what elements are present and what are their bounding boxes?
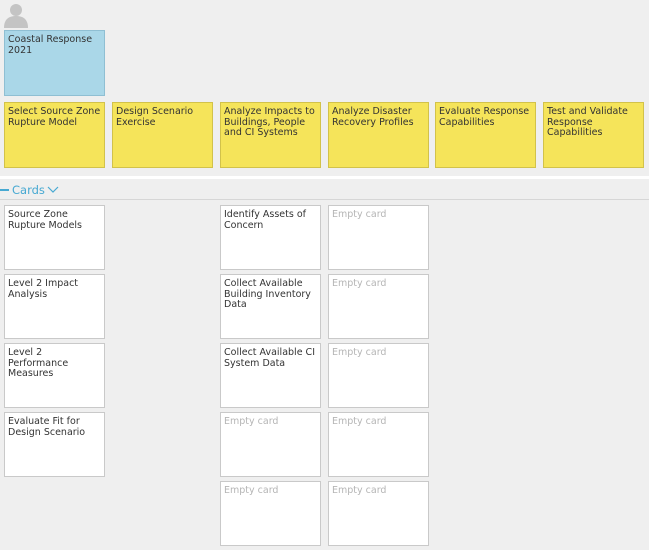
activity-card-text: Evaluate Response Capabilities [439,106,530,128]
activity-card[interactable]: Design Scenario Exercise [112,102,213,168]
cards-section-header[interactable]: Cards [0,182,649,198]
activity-card-text: Test and Validate Response Capabilities [547,106,628,138]
empty-card-placeholder: Empty card [332,485,387,496]
story-card-text: Collect Available Building Inventory Dat… [224,278,311,310]
empty-card[interactable]: Empty card [328,481,429,546]
story-card-text: Collect Available CI System Data [224,347,315,369]
story-card[interactable]: Collect Available Building Inventory Dat… [220,274,321,339]
story-card-text: Level 2 Impact Analysis [8,278,79,300]
activity-card[interactable]: Evaluate Response Capabilities [435,102,536,168]
story-card[interactable]: Source Zone Rupture Models [4,205,105,270]
empty-card[interactable]: Empty card [328,343,429,408]
story-card[interactable]: Collect Available CI System Data [220,343,321,408]
story-card[interactable]: Evaluate Fit for Design Scenario [4,412,105,477]
empty-card[interactable]: Empty card [220,412,321,477]
activity-card-text: Analyze Disaster Recovery Profiles [332,106,414,128]
epic-card[interactable]: Coastal Response 2021 [4,30,105,96]
story-card[interactable]: Level 2 Performance Measures [4,343,105,408]
section-title: Cards [12,183,45,197]
activity-card-text: Analyze Impacts to Buildings, People and… [224,106,315,138]
activity-card[interactable]: Analyze Disaster Recovery Profiles [328,102,429,168]
story-card-text: Level 2 Performance Measures [8,347,69,379]
user-avatar-icon[interactable] [4,2,28,28]
empty-card-placeholder: Empty card [332,278,387,289]
section-separator [0,199,649,200]
empty-card[interactable]: Empty card [220,481,321,546]
section-dash [0,189,9,191]
epic-card-text: Coastal Response 2021 [8,34,93,56]
activity-card[interactable]: Analyze Impacts to Buildings, People and… [220,102,321,168]
story-card-text: Evaluate Fit for Design Scenario [8,416,86,438]
empty-card-placeholder: Empty card [332,416,387,427]
empty-card[interactable]: Empty card [328,205,429,270]
empty-card-placeholder: Empty card [332,347,387,358]
story-card[interactable]: Level 2 Impact Analysis [4,274,105,339]
story-card-text: Source Zone Rupture Models [8,209,83,231]
story-card-text: Identify Assets of Concern [224,209,306,231]
empty-card-placeholder: Empty card [224,485,279,496]
empty-card[interactable]: Empty card [328,274,429,339]
empty-card[interactable]: Empty card [328,412,429,477]
empty-card-placeholder: Empty card [224,416,279,427]
story-card[interactable]: Identify Assets of Concern [220,205,321,270]
activity-card-text: Select Source Zone Rupture Model [8,106,101,128]
board-divider [0,176,649,179]
board-header-area: Coastal Response 2021 Select Source Zone… [0,0,649,176]
chevron-down-icon[interactable] [47,184,59,194]
activity-card[interactable]: Test and Validate Response Capabilities [543,102,644,168]
empty-card-placeholder: Empty card [332,209,387,220]
activity-card-text: Design Scenario Exercise [116,106,194,128]
activity-card[interactable]: Select Source Zone Rupture Model [4,102,105,168]
